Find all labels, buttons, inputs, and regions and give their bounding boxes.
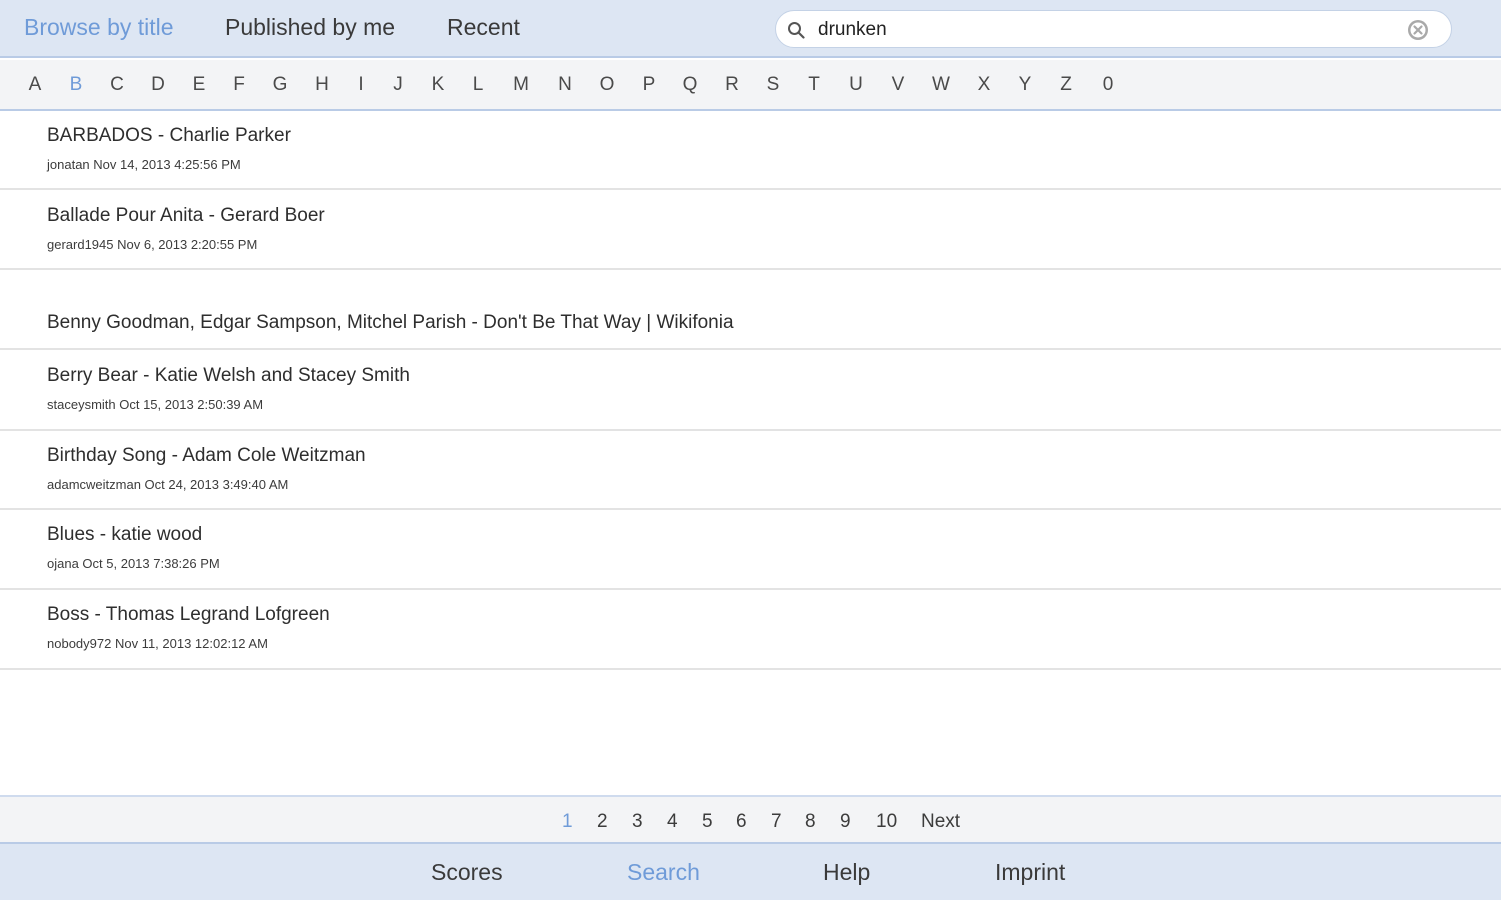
letter-p[interactable]: P xyxy=(638,74,660,96)
letter-s[interactable]: S xyxy=(762,74,784,96)
letter-z[interactable]: Z xyxy=(1055,74,1077,96)
letter-q[interactable]: Q xyxy=(679,74,701,96)
search-input[interactable] xyxy=(818,17,1388,43)
page-2[interactable]: 2 xyxy=(597,811,608,833)
list-item[interactable]: Berry Bear - Katie Welsh and Stacey Smit… xyxy=(0,350,1501,431)
search-icon xyxy=(787,21,805,39)
list-item[interactable]: Birthday Song - Adam Cole Weitzman adamc… xyxy=(0,431,1501,510)
bottom-nav: Scores Search Help Imprint xyxy=(0,842,1501,900)
next-page-link[interactable]: Next xyxy=(921,811,960,833)
score-meta: jonatan Nov 14, 2013 4:25:56 PM xyxy=(47,157,241,172)
letter-a[interactable]: A xyxy=(24,74,46,96)
letter-b[interactable]: B xyxy=(65,74,87,96)
score-title: Boss - Thomas Legrand Lofgreen xyxy=(47,604,330,625)
letter-0[interactable]: 0 xyxy=(1097,74,1119,96)
score-meta: nobody972 Nov 11, 2013 12:02:12 AM xyxy=(47,636,268,651)
letter-y[interactable]: Y xyxy=(1014,74,1036,96)
list-item[interactable]: Boss - Thomas Legrand Lofgreen nobody972… xyxy=(0,590,1501,670)
letter-w[interactable]: W xyxy=(930,74,952,96)
letter-i[interactable]: I xyxy=(350,74,372,96)
alphabet-bar: A B C D E F G H I J K L M N O P Q R S T … xyxy=(0,60,1501,111)
page-8[interactable]: 8 xyxy=(805,811,816,833)
letter-j[interactable]: J xyxy=(387,74,409,96)
letter-k[interactable]: K xyxy=(427,74,449,96)
score-title: Birthday Song - Adam Cole Weitzman xyxy=(47,445,366,466)
top-tab-bar: Browse by title Published by me Recent xyxy=(0,0,1501,58)
score-title: Berry Bear - Katie Welsh and Stacey Smit… xyxy=(47,365,410,386)
nav-imprint[interactable]: Imprint xyxy=(995,859,1065,886)
page-7[interactable]: 7 xyxy=(771,811,782,833)
page-10[interactable]: 10 xyxy=(876,811,897,833)
score-title: Benny Goodman, Edgar Sampson, Mitchel Pa… xyxy=(47,312,734,333)
letter-h[interactable]: H xyxy=(311,74,333,96)
letter-m[interactable]: M xyxy=(510,74,532,96)
score-meta: gerard1945 Nov 6, 2013 2:20:55 PM xyxy=(47,237,258,252)
score-title: Blues - katie wood xyxy=(47,524,203,545)
page-1[interactable]: 1 xyxy=(562,811,573,833)
list-item[interactable]: Benny Goodman, Edgar Sampson, Mitchel Pa… xyxy=(0,270,1501,350)
tab-published-by-me[interactable]: Published by me xyxy=(225,14,395,41)
letter-v[interactable]: V xyxy=(887,74,909,96)
score-meta: ojana Oct 5, 2013 7:38:26 PM xyxy=(47,556,220,571)
letter-u[interactable]: U xyxy=(845,74,867,96)
score-meta: adamcweitzman Oct 24, 2013 3:49:40 AM xyxy=(47,477,289,492)
page-6[interactable]: 6 xyxy=(736,811,747,833)
letter-x[interactable]: X xyxy=(973,74,995,96)
page-9[interactable]: 9 xyxy=(840,811,851,833)
nav-help[interactable]: Help xyxy=(823,859,870,886)
letter-d[interactable]: D xyxy=(147,74,169,96)
letter-o[interactable]: O xyxy=(596,74,618,96)
letter-c[interactable]: C xyxy=(106,74,128,96)
tab-recent[interactable]: Recent xyxy=(447,14,520,41)
score-title: Ballade Pour Anita - Gerard Boer xyxy=(47,205,325,226)
letter-f[interactable]: F xyxy=(228,74,250,96)
letter-r[interactable]: R xyxy=(721,74,743,96)
letter-t[interactable]: T xyxy=(803,74,825,96)
score-meta: staceysmith Oct 15, 2013 2:50:39 AM xyxy=(47,397,264,412)
letter-l[interactable]: L xyxy=(467,74,489,96)
letter-e[interactable]: E xyxy=(188,74,210,96)
list-item[interactable]: Ballade Pour Anita - Gerard Boer gerard1… xyxy=(0,190,1501,270)
pagination: 1 2 3 4 5 6 7 8 9 10 Next xyxy=(0,795,1501,842)
page-3[interactable]: 3 xyxy=(632,811,643,833)
score-title: BARBADOS - Charlie Parker xyxy=(47,125,291,146)
nav-scores[interactable]: Scores xyxy=(431,859,503,886)
clear-icon[interactable] xyxy=(1407,19,1429,41)
nav-search[interactable]: Search xyxy=(627,859,700,886)
list-item[interactable]: Blues - katie wood ojana Oct 5, 2013 7:3… xyxy=(0,510,1501,590)
letter-n[interactable]: N xyxy=(554,74,576,96)
letter-g[interactable]: G xyxy=(269,74,291,96)
list-item[interactable]: BARBADOS - Charlie Parker jonatan Nov 14… xyxy=(0,111,1501,190)
page-5[interactable]: 5 xyxy=(702,811,713,833)
search-box xyxy=(775,10,1452,48)
page-4[interactable]: 4 xyxy=(667,811,678,833)
tab-browse-by-title[interactable]: Browse by title xyxy=(24,14,174,41)
